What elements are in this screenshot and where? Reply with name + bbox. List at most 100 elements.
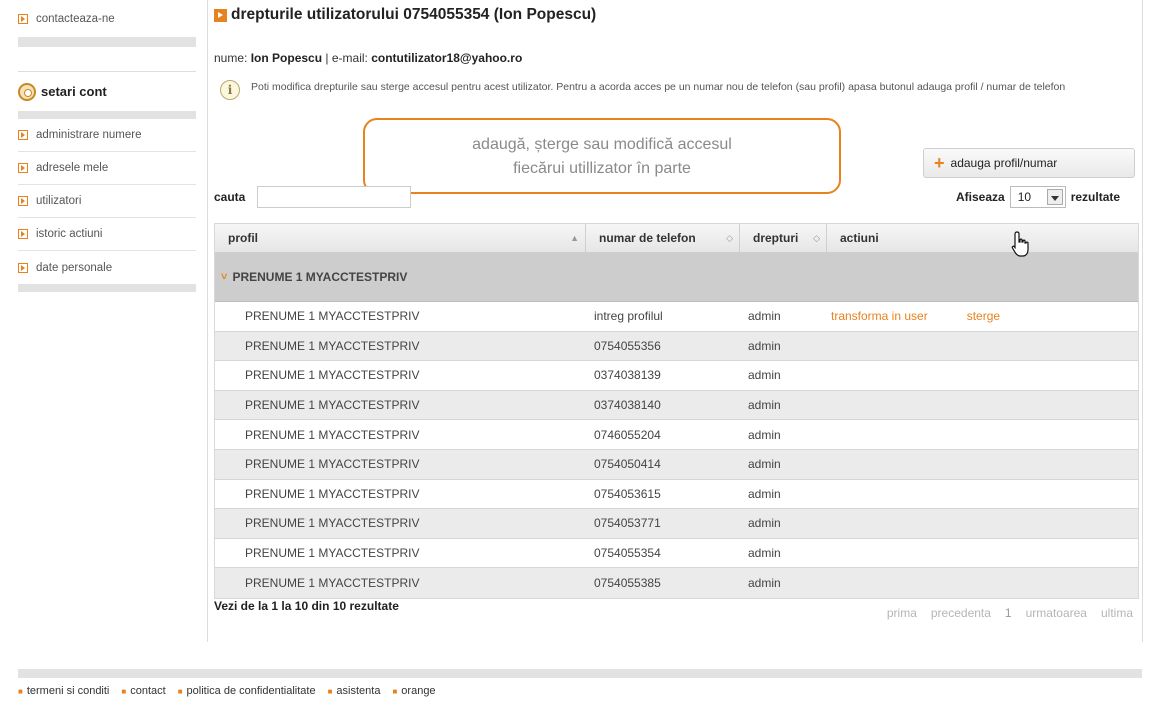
title-arrow-icon — [214, 8, 227, 22]
settings-gear-icon — [18, 82, 36, 101]
sidebar-item-label: contacteaza-ne — [36, 12, 115, 25]
cell-numar: 0754055356 — [594, 338, 661, 353]
pagination-info: Vezi de la 1 la 10 din 10 rezultate — [214, 599, 399, 613]
pagination-total: 10 — [332, 599, 347, 613]
arrow-bullet-icon — [18, 262, 28, 273]
arrow-bullet-icon — [18, 196, 28, 206]
make-user-link[interactable]: transforma in user — [831, 309, 928, 323]
arrow-bullet-icon — [18, 130, 28, 140]
table-row: PRENUME 1 MYACCTESTPRIV 0754055356 admin — [215, 331, 1138, 362]
bullet-icon: ■ — [18, 687, 23, 696]
footer-link-orange[interactable]: ■ orange — [392, 685, 435, 697]
plus-icon: + — [934, 153, 945, 173]
table-header: profil ▲ numar de telefon ◇ drepturi ◇ a… — [215, 224, 1138, 253]
cell-numar: 0754053771 — [594, 516, 661, 531]
table-row: PRENUME 1 MYACCTESTPRIV 0754050414 admin — [215, 449, 1138, 480]
arrow-bullet-icon — [18, 163, 28, 173]
user-details: nume: Ion Popescu | e-mail: contutilizat… — [214, 51, 522, 65]
info-text: Poti modifica drepturile sau sterge acce… — [251, 81, 1066, 93]
sidebar-item-label: istoric actiuni — [36, 228, 103, 240]
group-row[interactable]: ˅ PRENUME 1 MYACCTESTPRIV — [215, 253, 1138, 302]
sort-asc-icon: ▲ — [570, 233, 579, 243]
cell-numar: 0754055385 — [594, 576, 661, 591]
cell-drepturi: admin — [748, 516, 781, 531]
callout-line: fiecărui utillizator în parte — [513, 160, 691, 177]
sidebar: contacteaza-ne setari cont administrare … — [18, 0, 196, 292]
page-title: drepturile utilizatorului 0754055354 (Io… — [214, 6, 596, 24]
footer-link-support[interactable]: ■ asistenta — [328, 685, 381, 697]
cell-numar: 0374038140 — [594, 398, 661, 413]
cell-numar: intreg profilul — [594, 309, 663, 324]
table-row: PRENUME 1 MYACCTESTPRIV intreg profilul … — [215, 302, 1138, 332]
info-message: i Poti modifica drepturile sau sterge ac… — [220, 80, 1136, 100]
show-label: Afiseaza — [956, 190, 1005, 204]
cell-numar: 0754055354 — [594, 546, 661, 561]
dropdown-arrow-icon[interactable] — [1046, 189, 1063, 205]
prev-page-link[interactable]: precedenta — [931, 606, 991, 620]
footer-link-privacy[interactable]: ■ politica de confidentialitate — [178, 685, 316, 697]
footer-link-label: orange — [401, 685, 436, 697]
annotation-callout: adaugă, șterge sau modifică accesul fiec… — [363, 118, 841, 194]
sidebar-item-contact[interactable]: contacteaza-ne — [18, 0, 196, 38]
page-title-text: drepturile utilizatorului 0754055354 (Io… — [231, 6, 597, 23]
sidebar-section-title: setari cont — [18, 71, 196, 111]
table-row: PRENUME 1 MYACCTESTPRIV 0754055385 admin — [215, 568, 1138, 598]
name-value: Ion Popescu — [250, 51, 323, 65]
cell-drepturi: admin — [748, 338, 781, 353]
footer-divider — [18, 669, 1142, 678]
cell-profil: PRENUME 1 MYACCTESTPRIV — [245, 457, 420, 472]
sidebar-divider — [18, 38, 196, 47]
sidebar-item-label: utilizatori — [36, 195, 82, 207]
column-header-numar[interactable]: numar de telefon ◇ — [586, 224, 740, 252]
footer-link-label: asistenta — [336, 685, 381, 697]
cell-drepturi: admin — [748, 398, 781, 413]
cell-numar: 0746055204 — [594, 427, 661, 442]
cell-drepturi: admin — [748, 486, 781, 501]
sidebar-item-administrare-numere[interactable]: administrare numere — [18, 119, 196, 152]
footer-link-label: politica de confidentialitate — [186, 685, 316, 697]
first-page-link[interactable]: prima — [887, 606, 917, 620]
sort-both-icon: ◇ — [813, 232, 820, 243]
cell-numar: 0754050414 — [594, 457, 661, 472]
cell-actiuni: transforma in user sterge — [827, 309, 1138, 323]
name-label: nume: — [214, 51, 248, 65]
search-input[interactable] — [257, 186, 411, 208]
email-value: contutilizator18@yahoo.ro — [371, 51, 523, 65]
cell-profil: PRENUME 1 MYACCTESTPRIV — [245, 427, 420, 442]
last-page-link[interactable]: ultima — [1101, 606, 1133, 620]
results-label: rezultate — [1070, 190, 1121, 204]
sort-both-icon: ◇ — [726, 232, 733, 243]
delete-link[interactable]: sterge — [967, 309, 1000, 323]
arrow-bullet-icon — [18, 13, 28, 24]
footer-link-label: contact — [130, 685, 166, 697]
page-size-control: Afiseaza 10 rezultate — [956, 186, 1120, 208]
cell-drepturi: admin — [748, 576, 781, 591]
page-size-value: 10 — [1017, 190, 1032, 204]
sidebar-divider — [18, 111, 196, 119]
page-size-select[interactable]: 10 — [1009, 186, 1066, 208]
sidebar-item-istoric-actiuni[interactable]: istoric actiuni — [18, 218, 196, 251]
sidebar-item-date-personale[interactable]: date personale — [18, 251, 196, 284]
column-header-drepturi[interactable]: drepturi ◇ — [740, 224, 827, 252]
table-row: PRENUME 1 MYACCTESTPRIV 0754053615 admin — [215, 480, 1138, 510]
footer-link-label: termeni si conditi — [26, 685, 110, 697]
column-header-profil[interactable]: profil ▲ — [215, 224, 586, 252]
chevron-down-icon: ˅ — [221, 271, 228, 283]
sidebar-item-utilizatori[interactable]: utilizatori — [18, 185, 196, 218]
column-header-label: numar de telefon — [599, 231, 696, 245]
separator: | — [325, 51, 329, 65]
content-divider — [207, 0, 208, 642]
cell-numar: 0754053615 — [594, 486, 661, 501]
sidebar-item-adresele-mele[interactable]: adresele mele — [18, 152, 196, 185]
footer-link-contact[interactable]: ■ contact — [121, 685, 165, 697]
next-page-link[interactable]: urmatoarea — [1026, 606, 1087, 620]
arrow-bullet-icon — [18, 229, 28, 239]
add-profile-button[interactable]: + adauga profil/numar — [923, 148, 1135, 178]
sidebar-divider — [18, 284, 196, 292]
bullet-icon: ■ — [327, 687, 333, 696]
footer-link-terms[interactable]: ■ termeni si conditi — [18, 685, 109, 697]
current-page[interactable]: 1 — [1005, 606, 1012, 620]
cell-profil: PRENUME 1 MYACCTESTPRIV — [245, 516, 420, 531]
sidebar-section-label: setari cont — [41, 84, 107, 99]
table-row: PRENUME 1 MYACCTESTPRIV 0754053771 admin — [215, 509, 1138, 539]
